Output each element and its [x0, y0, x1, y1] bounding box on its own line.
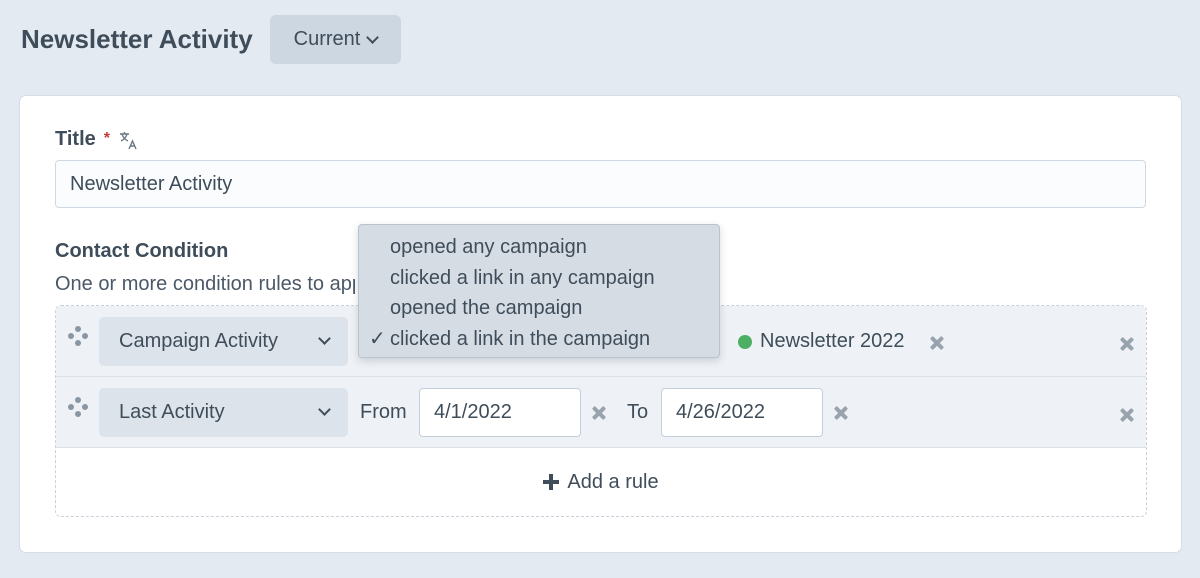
- clear-from-date-icon[interactable]: [592, 406, 606, 420]
- translate-icon[interactable]: [118, 129, 140, 151]
- required-marker: *: [103, 129, 110, 147]
- dropdown-option[interactable]: opened any campaign: [359, 232, 719, 263]
- dropdown-option[interactable]: clicked a link in any campaign: [359, 263, 719, 294]
- status-dot-icon: [738, 334, 752, 349]
- rule-field-value: Campaign Activity: [119, 330, 278, 352]
- add-rule-button[interactable]: Add a rule: [56, 448, 1146, 516]
- title-field-label: Title *: [55, 128, 140, 151]
- rule-field-value: Last Activity: [119, 401, 225, 423]
- dropdown-option[interactable]: opened the campaign: [359, 293, 719, 324]
- rule-field-select[interactable]: Campaign Activity: [99, 317, 348, 366]
- remove-rule-icon[interactable]: [1120, 337, 1134, 351]
- version-dropdown-button[interactable]: Current: [270, 15, 401, 64]
- contact-condition-heading: Contact Condition: [55, 240, 229, 262]
- drag-handle-icon[interactable]: [68, 397, 88, 417]
- activity-type-dropdown-menu: opened any campaign clicked a link in an…: [358, 224, 720, 358]
- campaign-name: Newsletter 2022: [760, 330, 905, 352]
- contact-condition-description: One or more condition rules to apply: [55, 273, 355, 295]
- clear-to-date-icon[interactable]: [834, 406, 848, 420]
- from-label: From: [360, 401, 407, 423]
- to-date-input[interactable]: [661, 388, 823, 437]
- title-label-text: Title: [55, 128, 96, 150]
- dropdown-option-label: clicked a link in the campaign: [390, 327, 651, 350]
- from-date-input[interactable]: [419, 388, 581, 437]
- dropdown-option-selected[interactable]: ✓ clicked a link in the campaign: [359, 324, 719, 355]
- remove-campaign-icon[interactable]: [930, 336, 944, 350]
- check-icon: ✓: [369, 327, 386, 350]
- to-label: To: [627, 401, 649, 423]
- remove-rule-icon[interactable]: [1120, 408, 1134, 422]
- dropdown-option-label: opened the campaign: [390, 297, 583, 319]
- chevron-down-icon: [318, 332, 331, 345]
- chevron-down-icon: [318, 403, 331, 416]
- page-title: Newsletter Activity: [21, 24, 253, 54]
- rule-row: Last Activity From To: [56, 377, 1146, 448]
- dropdown-option-label: opened any campaign: [390, 236, 587, 258]
- version-label: Current: [293, 28, 361, 50]
- chevron-down-icon: [366, 30, 380, 44]
- title-input[interactable]: [55, 160, 1146, 208]
- add-rule-label: Add a rule: [567, 470, 659, 493]
- plus-icon: [543, 474, 560, 490]
- campaign-tag: Newsletter 2022: [738, 330, 905, 353]
- drag-handle-icon[interactable]: [68, 326, 88, 346]
- rule-field-select[interactable]: Last Activity: [99, 388, 348, 437]
- dropdown-option-label: clicked a link in any campaign: [390, 266, 655, 289]
